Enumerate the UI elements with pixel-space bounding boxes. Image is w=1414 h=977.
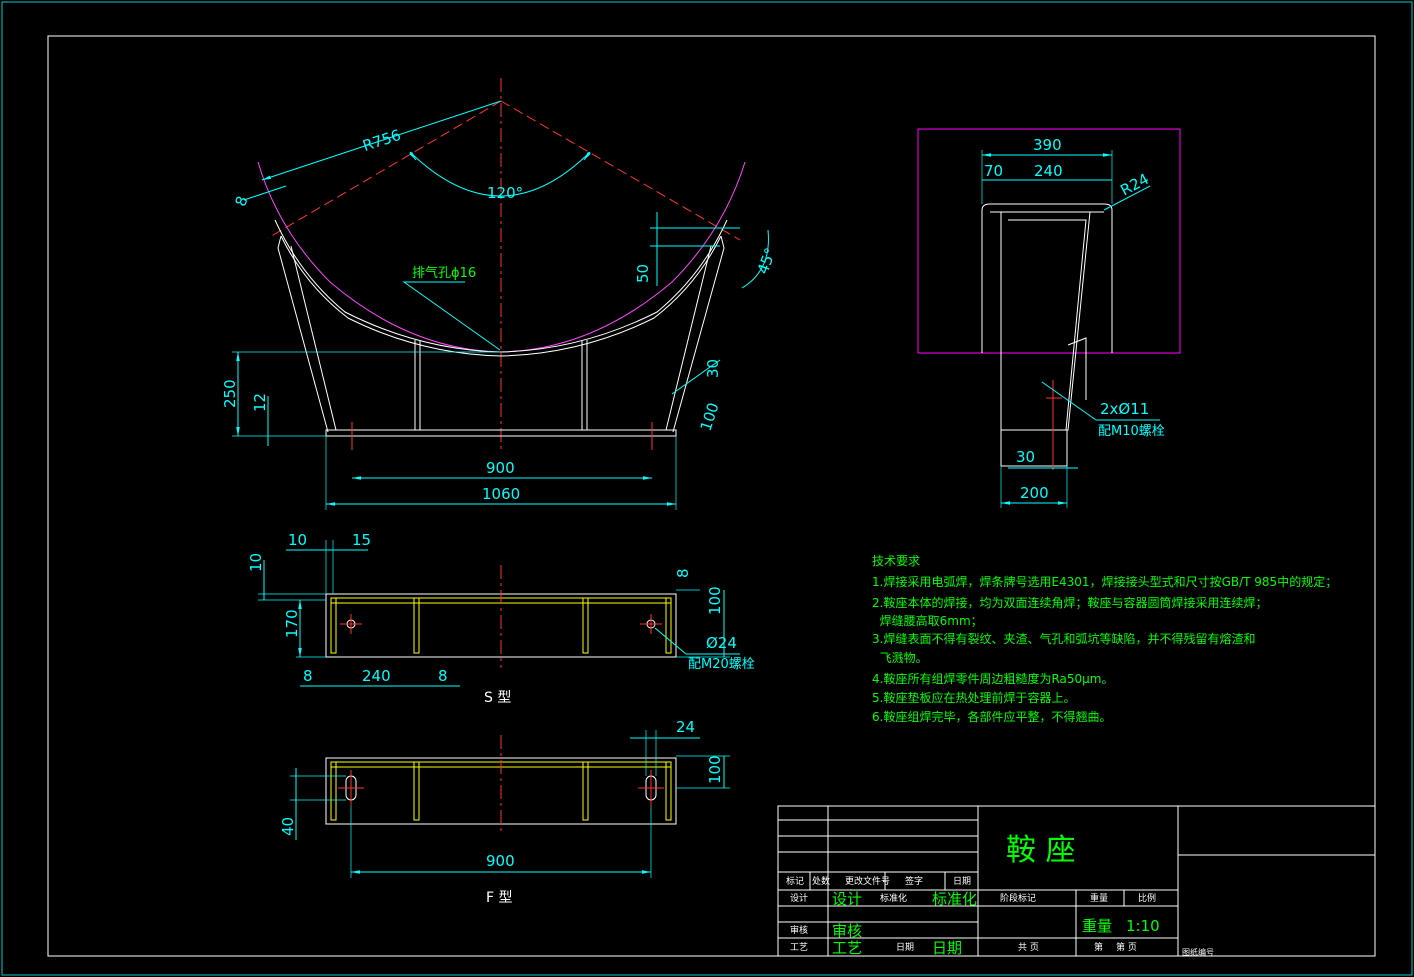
side-dim-390: 390 (1033, 136, 1062, 154)
s-dim-phi24: Ø24 (706, 634, 737, 652)
s-dim-8-right: 8 (438, 667, 448, 685)
tb-standardize: 标准化 (932, 890, 977, 908)
dim-250: 250 (221, 379, 239, 408)
tb-bottom-note: 图纸编号 (1182, 947, 1214, 957)
s-dim-10-vert: 10 (247, 553, 265, 572)
note-line-2: 2.鞍座本体的焊接，均为双面连续角焊；鞍座与容器圆筒焊接采用连续焊； (872, 595, 1267, 610)
note-line-5: 飞溅物。 (872, 650, 928, 665)
note-line-4: 3.焊缝表面不得有裂纹、夹渣、气孔和弧坑等缺陷，并不得残留有熔渣和 (872, 631, 1255, 646)
note-line-3: 焊缝腰高取6mm； (872, 613, 983, 628)
tb-page-no: 第 页 (1116, 941, 1137, 953)
note-line-7: 5.鞍座垫板应在热处理前焊于容器上。 (872, 690, 1075, 705)
side-dim-holes: 2xØ11 (1100, 400, 1149, 418)
tb-date: 日期 (953, 876, 971, 887)
dim-900-front: 900 (486, 459, 515, 477)
tb-check: 审核 (790, 924, 808, 936)
tb-count: 处数 (812, 875, 830, 887)
tb-design-hand: 设计 (832, 890, 862, 908)
drawing-frame (47, 35, 1376, 957)
cad-drawing: 120° R756 8 排气孔ϕ16 50 45° 250 12 30 100 … (1, 1, 1413, 976)
dim-30: 30 (704, 359, 722, 378)
dim-vent-hole: 排气孔ϕ16 (412, 265, 476, 281)
f-dim-24: 24 (676, 718, 695, 736)
note-line-6: 4.鞍座所有组焊零件周边粗糙度为Ra50μm。 (872, 671, 1113, 686)
s-dim-170: 170 (283, 609, 301, 638)
s-type-label: S 型 (484, 690, 511, 706)
tb-design: 设计 (790, 892, 808, 904)
f-dim-900: 900 (486, 852, 515, 870)
dim-r756: R756 (360, 126, 403, 155)
s-type-view: 10 10 15 8 100 170 Ø24 配M20螺栓 8 240 8 S … (247, 531, 755, 706)
side-dim-30: 30 (1016, 448, 1035, 466)
side-dim-70: 70 (984, 162, 1003, 180)
tb-part-name: 鞍 座 (1006, 833, 1076, 868)
side-view: 390 70 240 R24 2xØ11 配M10螺栓 30 200 (917, 128, 1181, 508)
dim-100-front: 100 (697, 400, 723, 433)
title-block: 鞍 座 标记 处数 更改文件号 签字 日期 设计 设计 标准化 标准化 阶段标记… (777, 805, 1376, 957)
s-dim-15: 15 (352, 531, 371, 549)
dim-angle-120: 120° (487, 184, 523, 202)
f-dim-100: 100 (706, 755, 724, 784)
s-dim-bolt: 配M20螺栓 (688, 657, 755, 672)
tb-check-hand: 审核 (832, 922, 862, 940)
tb-date2: 日期 (896, 942, 914, 953)
side-dim-240: 240 (1034, 162, 1063, 180)
tb-date2-hand: 日期 (932, 939, 962, 957)
dim-1060: 1060 (482, 485, 520, 503)
tb-weight-hand: 重量 (1082, 917, 1112, 935)
note-line-8: 6.鞍座组焊完毕，各部件应平整，不得翘曲。 (872, 709, 1111, 724)
dim-8-top: 8 (231, 194, 251, 209)
tb-craft: 工艺 (790, 942, 808, 953)
tb-stage-mark: 阶段标记 (1000, 892, 1036, 904)
sheet-outer-border (1, 1, 1413, 976)
note-line-1: 1.焊接采用电弧焊，焊条牌号选用E4301，焊接接头型式和尺寸按GB/T 985… (872, 574, 1337, 589)
tb-sign: 签字 (905, 875, 923, 887)
s-dim-8-left: 8 (303, 667, 313, 685)
tb-scale: 比例 (1138, 892, 1156, 904)
notes-title: 技术要求 (872, 554, 920, 568)
tb-change-doc: 更改文件号 (845, 875, 890, 887)
s-dim-240: 240 (362, 667, 391, 685)
technical-notes: 技术要求 1.焊接采用电弧焊，焊条牌号选用E4301，焊接接头型式和尺寸按GB/… (872, 554, 1337, 724)
tb-craft-hand: 工艺 (832, 939, 862, 957)
s-dim-8-top: 8 (674, 568, 692, 578)
dim-angle-45: 45° (754, 245, 780, 276)
s-dim-10: 10 (288, 531, 307, 549)
side-dim-r24: R24 (1117, 170, 1152, 200)
side-dim-200: 200 (1020, 484, 1049, 502)
s-dim-100: 100 (706, 586, 724, 615)
tb-total-pages: 共 页 (1018, 942, 1039, 953)
tb-mark: 标记 (786, 875, 804, 887)
dim-12: 12 (251, 393, 269, 412)
f-dim-40: 40 (279, 817, 297, 836)
tb-first: 第 (1094, 941, 1103, 953)
tb-standardize-small: 标准化 (880, 892, 907, 904)
front-view: 120° R756 8 排气孔ϕ16 50 45° 250 12 30 100 … (221, 78, 780, 510)
side-dim-bolt: 配M10螺栓 (1098, 424, 1165, 439)
f-type-view: 24 100 40 900 F 型 (279, 718, 730, 906)
tb-scale-value: 1:10 (1126, 917, 1160, 935)
dim-50: 50 (634, 264, 652, 283)
tb-weight: 重量 (1090, 892, 1108, 904)
f-type-label: F 型 (486, 890, 513, 906)
